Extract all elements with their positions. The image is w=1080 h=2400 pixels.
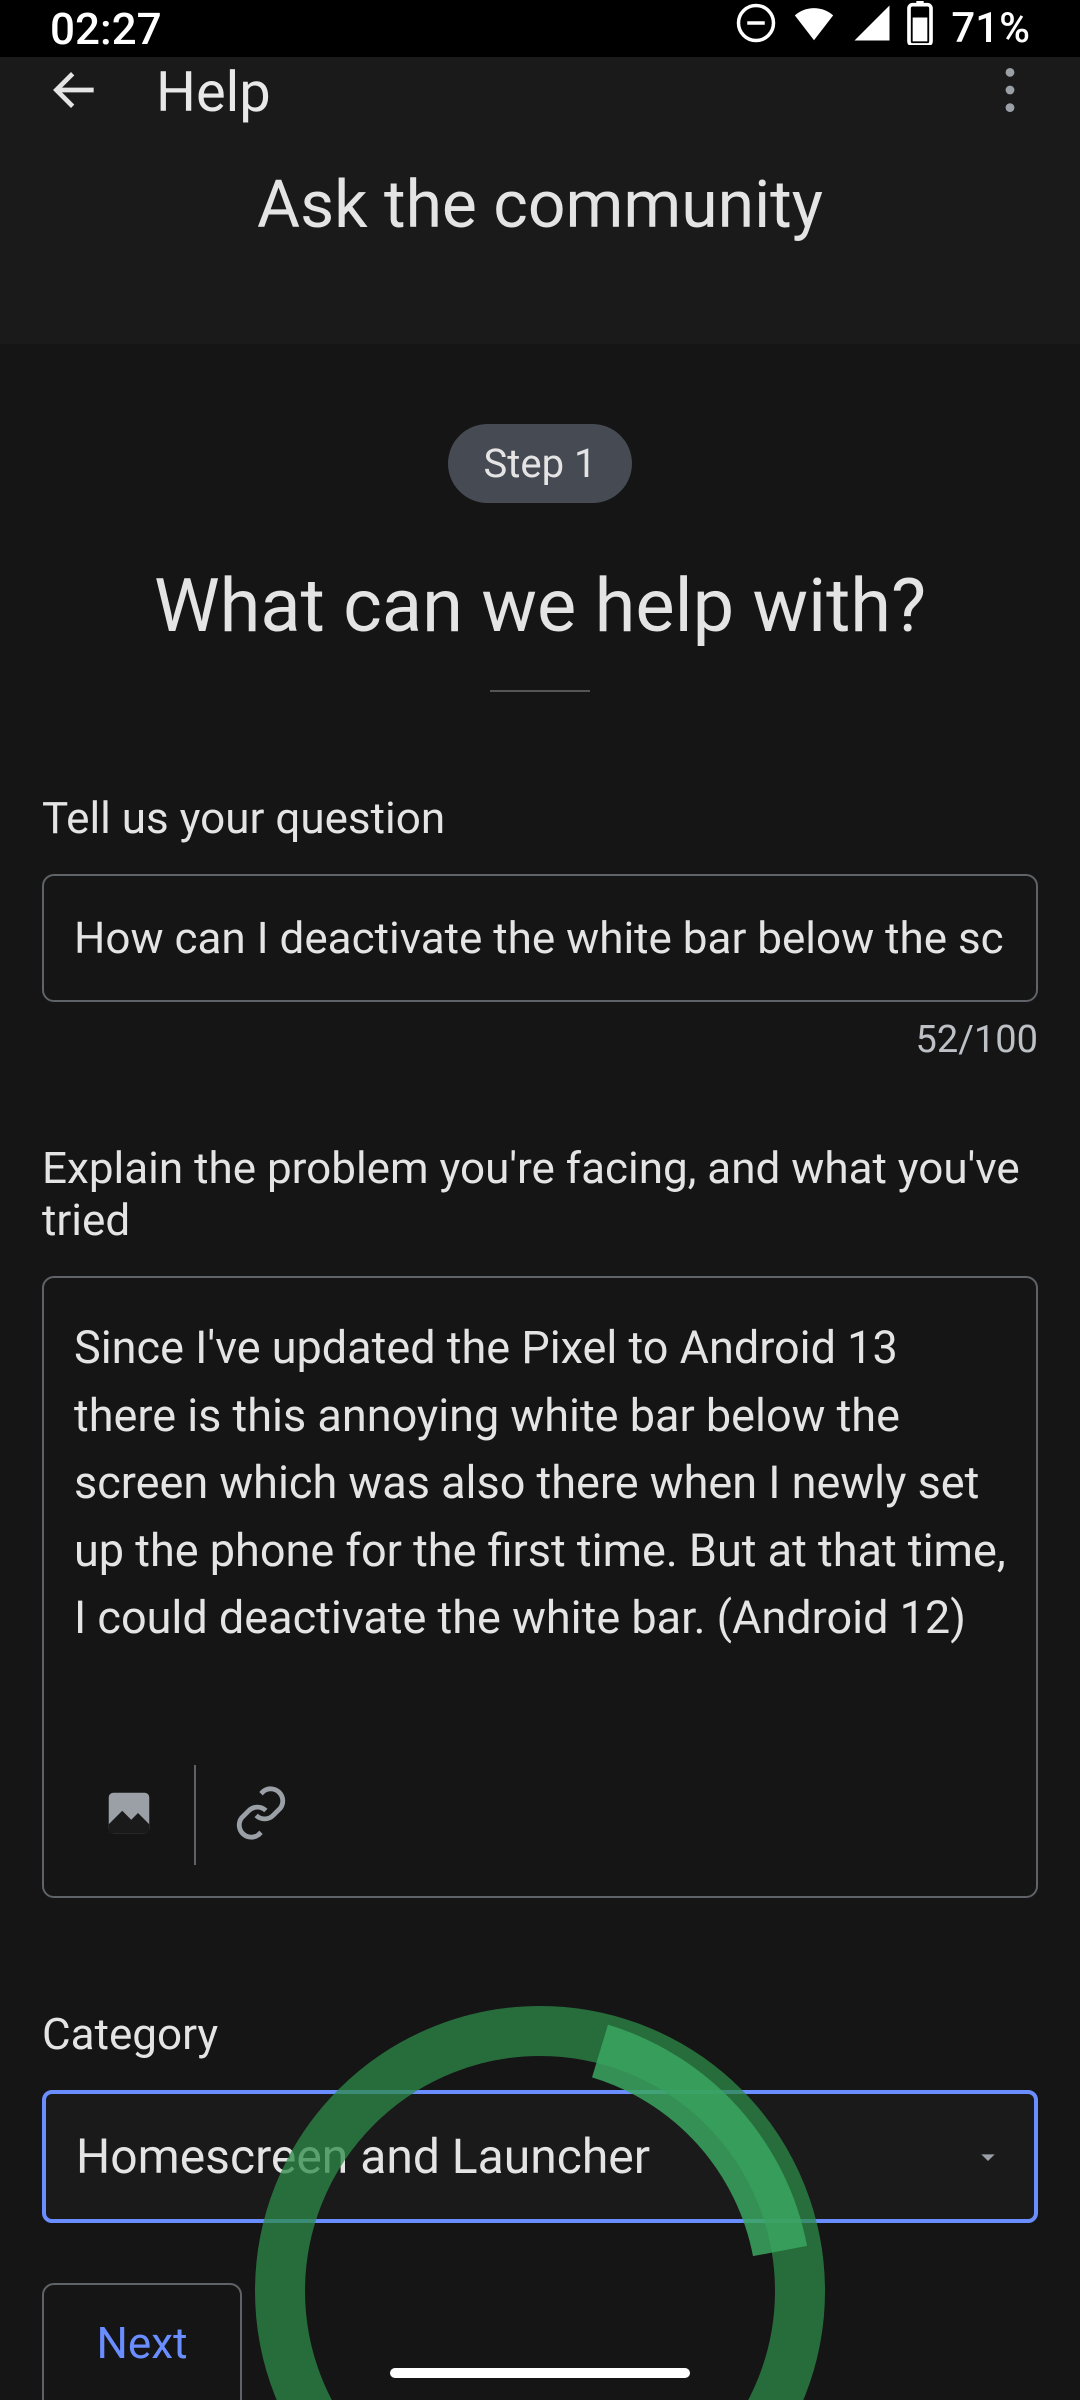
- step-pill: Step 1: [448, 424, 633, 503]
- status-icons: 71%: [735, 0, 1030, 57]
- attach-link-button[interactable]: [206, 1760, 316, 1870]
- status-time: 02:27: [50, 3, 162, 55]
- explain-input[interactable]: Since I've updated the Pixel to Android …: [74, 1314, 1006, 1734]
- attach-divider: [194, 1765, 196, 1865]
- step-underline: [490, 690, 590, 692]
- attach-toolbar: [74, 1734, 1006, 1896]
- question-counter: 52/100: [42, 1018, 1038, 1062]
- category-selected-value: Homescreen and Launcher: [76, 2128, 650, 2185]
- next-button[interactable]: Next: [42, 2283, 242, 2400]
- page-headline: Ask the community: [0, 127, 1080, 344]
- attach-image-button[interactable]: [74, 1760, 184, 1870]
- gesture-nav-bar[interactable]: [390, 2368, 690, 2378]
- category-label: Category: [42, 2008, 1038, 2060]
- more-vert-icon: [1005, 68, 1015, 116]
- signal-icon: [851, 2, 893, 55]
- back-button[interactable]: [40, 57, 110, 127]
- status-bar: 02:27 71%: [0, 0, 1080, 57]
- dnd-icon: [735, 2, 777, 55]
- battery-icon: [907, 1, 933, 56]
- image-icon: [102, 1786, 156, 1844]
- category-select[interactable]: Homescreen and Launcher: [42, 2090, 1038, 2223]
- step-heading: What can we help with?: [42, 563, 1038, 650]
- explain-label: Explain the problem you're facing, and w…: [42, 1142, 1038, 1246]
- chevron-down-icon: [972, 2128, 1004, 2185]
- question-input[interactable]: [42, 874, 1038, 1002]
- wifi-icon: [791, 0, 837, 57]
- link-icon: [232, 1784, 290, 1846]
- app-title: Help: [156, 59, 980, 125]
- arrow-left-icon: [47, 62, 103, 122]
- overflow-menu-button[interactable]: [980, 62, 1040, 122]
- explain-box: Since I've updated the Pixel to Android …: [42, 1276, 1038, 1898]
- question-label: Tell us your question: [42, 792, 1038, 844]
- battery-percent: 71%: [951, 4, 1030, 53]
- app-bar: Help: [0, 57, 1080, 127]
- content-area: Step 1 What can we help with? Tell us yo…: [0, 344, 1080, 2400]
